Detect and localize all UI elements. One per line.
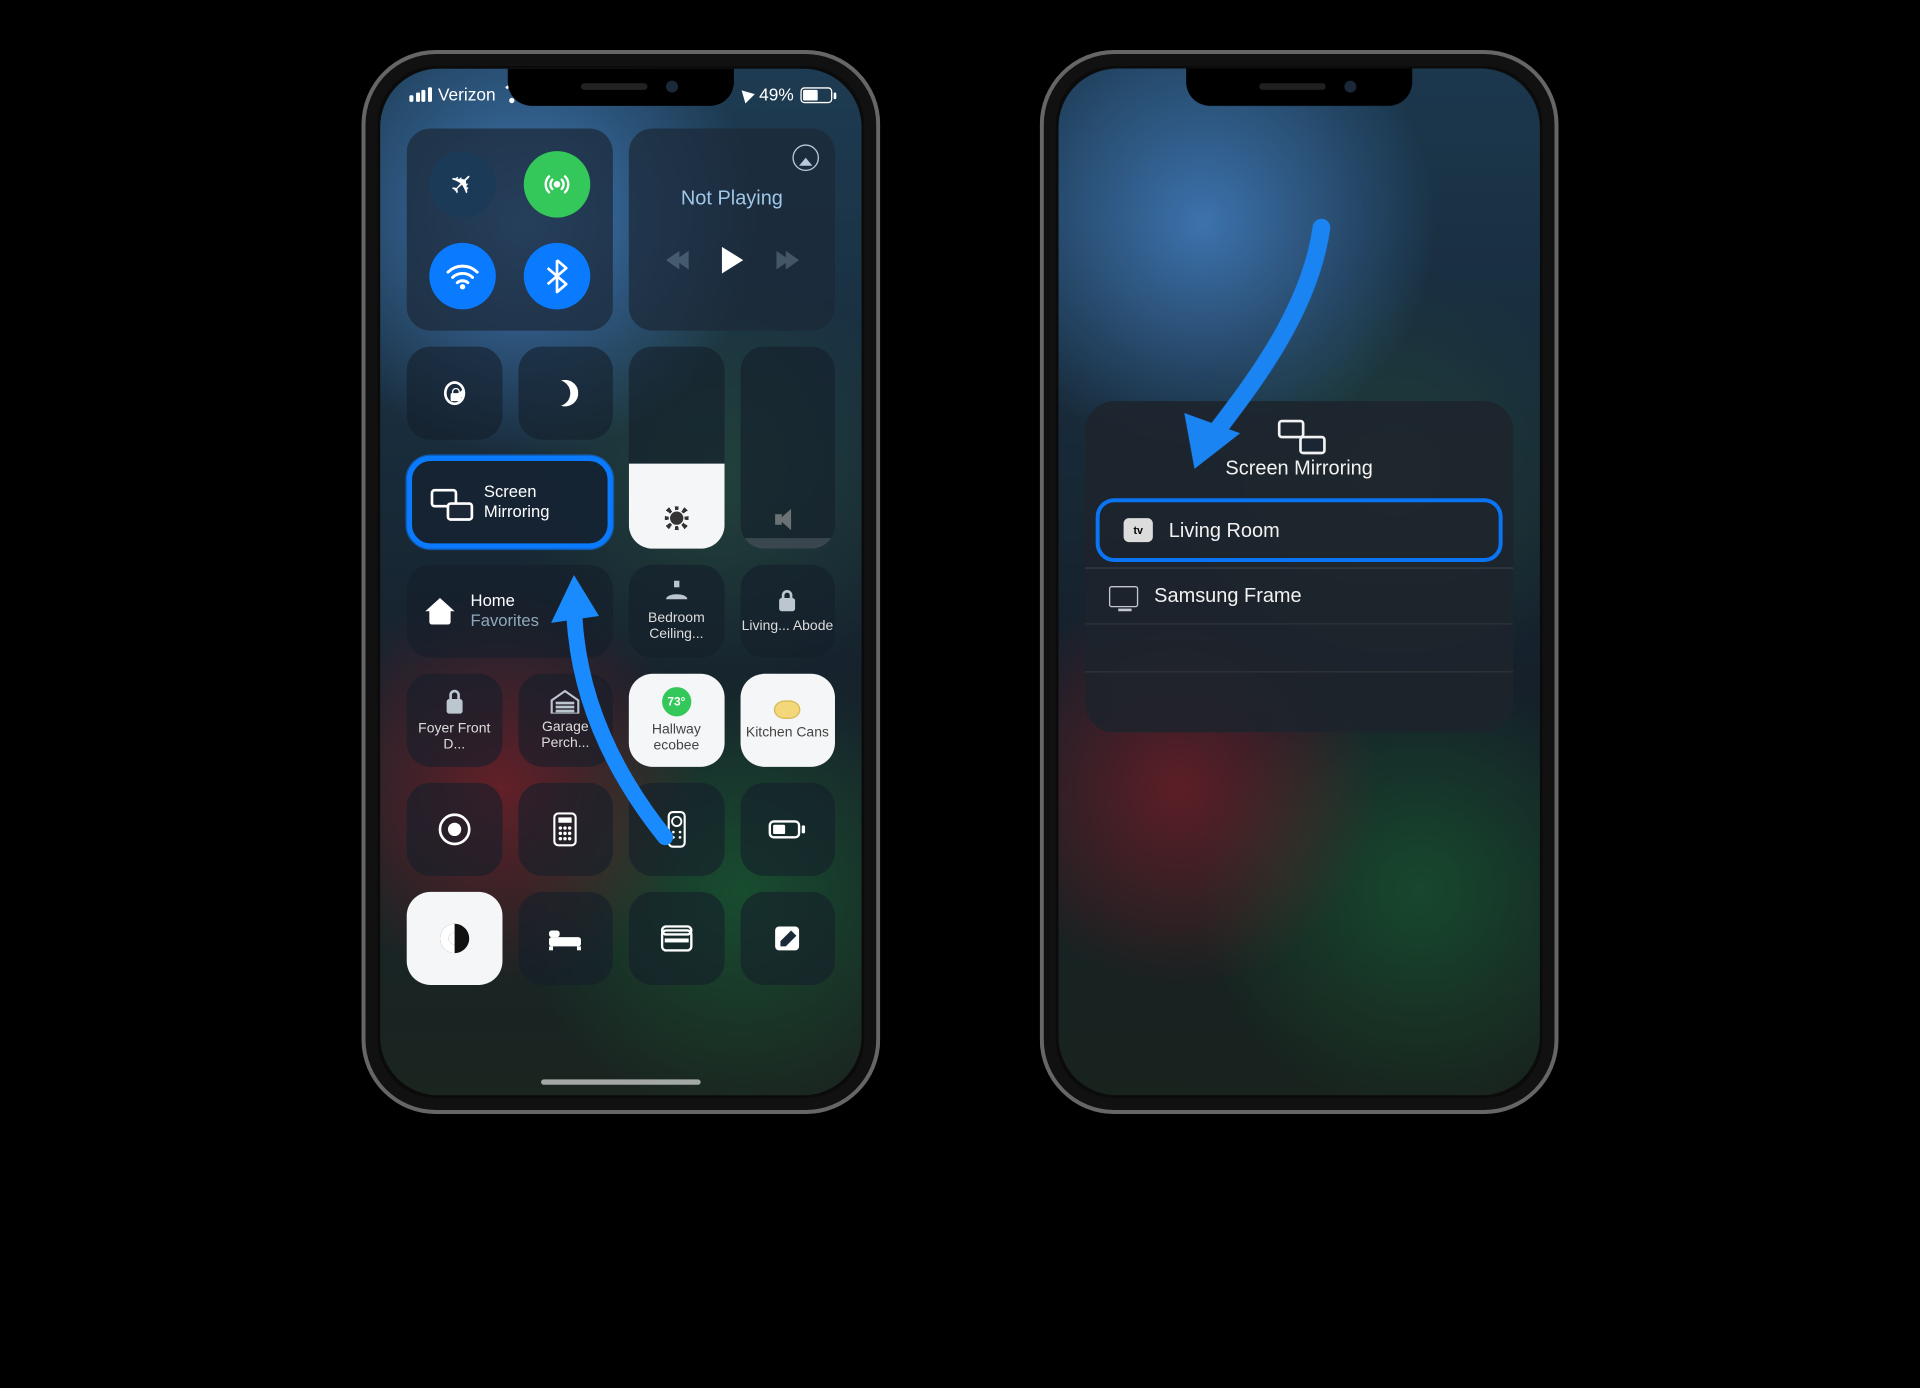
home-label: Home xyxy=(471,591,515,610)
volume-slider[interactable] xyxy=(740,347,835,549)
mirroring-device-living-room[interactable]: tv Living Room xyxy=(1096,498,1503,562)
bedroom-label: Bedroom Ceiling... xyxy=(629,610,724,642)
kitchen-label: Kitchen Cans xyxy=(746,724,829,740)
foyer-label: Foyer Front D... xyxy=(407,720,502,752)
remote-icon xyxy=(667,811,686,848)
home-favorites-tile[interactable]: Home Favorites xyxy=(407,565,613,658)
compose-icon xyxy=(773,924,802,953)
screen-mirroring-label-2: Mirroring xyxy=(484,502,550,521)
do-not-disturb-toggle[interactable] xyxy=(518,347,613,440)
bedroom-ceiling-tile[interactable]: Bedroom Ceiling... xyxy=(629,565,724,658)
screen-mirroring-icon xyxy=(431,489,468,516)
home-icon xyxy=(425,598,454,625)
play-button[interactable] xyxy=(721,246,742,273)
screen-mirroring-label-1: Screen xyxy=(484,482,537,501)
phone-control-center: Verizon 49% ✈ xyxy=(362,50,881,1114)
ceiling-light-icon xyxy=(663,581,690,605)
can-light-icon xyxy=(774,700,801,719)
screen-record-button[interactable] xyxy=(407,783,502,876)
cellular-data-toggle[interactable] xyxy=(523,150,590,217)
carrier-label: Verizon xyxy=(438,85,496,105)
bed-icon xyxy=(548,926,583,950)
battery-pct: 49% xyxy=(759,85,794,105)
airplay-audio-icon[interactable] xyxy=(792,144,819,171)
padlock-icon xyxy=(442,688,466,715)
device-name: Samsung Frame xyxy=(1154,585,1301,608)
connectivity-group: ✈ xyxy=(407,128,613,330)
location-icon xyxy=(737,86,755,104)
temp-badge: 73° xyxy=(662,687,691,716)
moon-icon xyxy=(552,380,579,407)
mirroring-device-samsung-frame[interactable]: Samsung Frame xyxy=(1085,567,1513,623)
living-label: Living... Abode xyxy=(742,618,834,634)
screen-mirroring-popup: Screen Mirroring tv Living Room Samsung … xyxy=(1085,401,1513,732)
orientation-lock-toggle[interactable] xyxy=(407,347,502,440)
antenna-icon xyxy=(541,168,573,200)
home-indicator[interactable] xyxy=(541,1079,701,1084)
phone-mirroring-popup: Screen Mirroring tv Living Room Samsung … xyxy=(1040,50,1559,1114)
battery-icon xyxy=(800,87,832,103)
orientation-lock-icon xyxy=(444,381,465,405)
garage-icon xyxy=(551,690,580,714)
speaker-icon xyxy=(775,509,799,530)
foyer-tile[interactable]: Foyer Front D... xyxy=(407,674,502,767)
wallet-icon xyxy=(660,925,692,952)
now-playing-label: Not Playing xyxy=(681,186,783,209)
calculator-button[interactable] xyxy=(518,783,613,876)
signal-bars-icon xyxy=(409,87,431,102)
notes-button[interactable] xyxy=(740,892,835,985)
bluetooth-toggle[interactable] xyxy=(523,242,590,308)
record-icon xyxy=(437,812,472,847)
bedroom-tile[interactable] xyxy=(518,892,613,985)
bluetooth-icon xyxy=(546,258,567,293)
device-name: Living Room xyxy=(1169,519,1280,542)
wifi-toggle[interactable] xyxy=(430,242,497,308)
notch xyxy=(508,69,734,106)
dark-mode-toggle[interactable] xyxy=(407,892,502,985)
hallway-ecobee-tile[interactable]: 73° Hallway ecobee xyxy=(629,674,724,767)
tv-icon xyxy=(1109,585,1138,606)
brightness-slider[interactable] xyxy=(629,347,724,549)
calculator-icon xyxy=(553,812,577,847)
next-track-button[interactable] xyxy=(780,250,799,269)
popup-title: Screen Mirroring xyxy=(1085,457,1513,480)
low-power-button[interactable] xyxy=(740,783,835,876)
screen-mirroring-button[interactable]: Screen Mirroring xyxy=(407,456,613,549)
media-controls[interactable]: Not Playing xyxy=(629,128,835,330)
hallway-label: Hallway ecobee xyxy=(629,722,724,754)
notch xyxy=(1186,69,1412,106)
appletv-remote-button[interactable] xyxy=(629,783,724,876)
garage-label: Garage Perch... xyxy=(518,719,613,751)
dark-mode-icon xyxy=(437,921,472,956)
kitchen-cans-tile[interactable]: Kitchen Cans xyxy=(740,674,835,767)
appletv-icon: tv xyxy=(1124,518,1153,542)
previous-track-button[interactable] xyxy=(665,250,684,269)
wallet-button[interactable] xyxy=(629,892,724,985)
battery-icon xyxy=(769,819,806,840)
living-abode-tile[interactable]: Living... Abode xyxy=(740,565,835,658)
airplane-mode-toggle[interactable]: ✈ xyxy=(430,150,497,217)
lock-icon xyxy=(774,589,801,613)
home-sublabel: Favorites xyxy=(471,611,539,630)
wifi-icon xyxy=(446,261,481,290)
garage-tile[interactable]: Garage Perch... xyxy=(518,674,613,767)
sun-icon xyxy=(664,506,688,530)
screen-mirroring-icon xyxy=(1278,420,1321,449)
